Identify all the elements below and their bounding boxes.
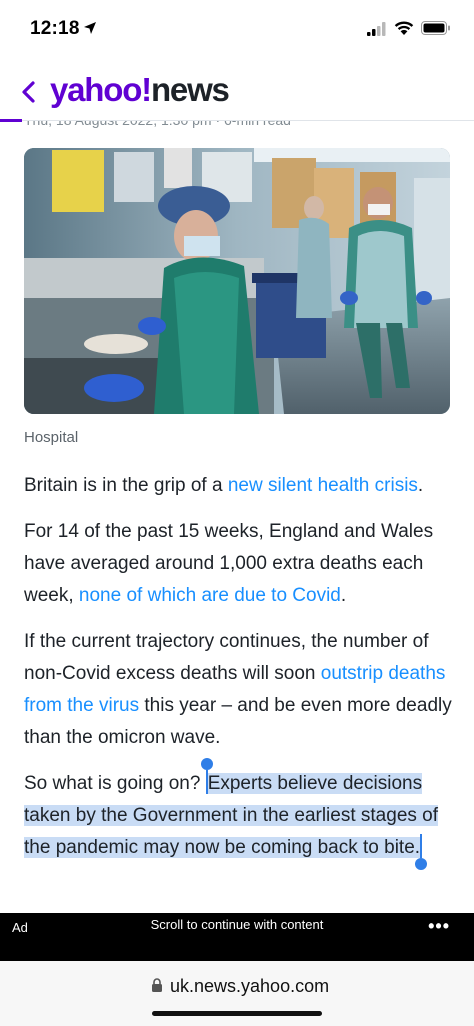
article-body: Britain is in the grip of a new silent h…	[24, 470, 454, 878]
yahoo-news-logo[interactable]: yahoo!news	[50, 71, 230, 109]
selection-end-handle[interactable]	[415, 834, 428, 870]
logo-yahoo: yahoo!	[50, 71, 152, 108]
lock-icon	[152, 978, 162, 992]
status-time: 12:18	[30, 18, 80, 39]
paragraph-3: If the current trajectory continues, the…	[24, 626, 454, 754]
battery-icon	[421, 21, 450, 35]
header-divider	[0, 120, 474, 121]
more-options-icon[interactable]: •••	[428, 916, 450, 937]
paragraph-2-end: .	[340, 585, 347, 606]
paragraph-4-text: So what is going on?	[24, 773, 206, 794]
wifi-icon	[394, 21, 414, 35]
ad-scroll-hint: Scroll to continue with content	[150, 917, 324, 932]
logo-news: news	[150, 71, 230, 108]
paragraph-1-text: Britain is in the grip of a	[24, 475, 228, 496]
selection-start-handle[interactable]	[200, 758, 213, 794]
link-none-due-to-covid[interactable]: none of which are due to Covid	[79, 585, 341, 606]
paragraph-1-end: .	[417, 475, 424, 496]
paragraph-2: For 14 of the past 15 weeks, England and…	[24, 516, 454, 612]
location-arrow-icon	[84, 22, 96, 34]
home-indicator[interactable]	[152, 1011, 322, 1016]
paragraph-1: Britain is in the grip of a new silent h…	[24, 470, 454, 502]
link-new-silent-health-crisis[interactable]: new silent health crisis	[228, 475, 418, 496]
app-header: yahoo!news	[0, 62, 474, 120]
url-text[interactable]: uk.news.yahoo.com	[170, 976, 329, 997]
article-photo[interactable]	[24, 148, 450, 414]
ad-bar[interactable]: Ad Scroll to continue with content •••	[0, 913, 474, 961]
header-accent	[0, 119, 22, 122]
status-bar: 12:18	[0, 0, 474, 60]
browser-url-bar[interactable]: uk.news.yahoo.com	[0, 961, 474, 1026]
hospital-photo-illustration	[24, 148, 450, 414]
back-chevron-icon[interactable]	[16, 77, 40, 107]
image-caption: Hospital	[24, 429, 79, 446]
paragraph-4: So what is going on? Experts believe dec…	[24, 758, 454, 870]
cellular-signal-icon	[367, 22, 386, 36]
